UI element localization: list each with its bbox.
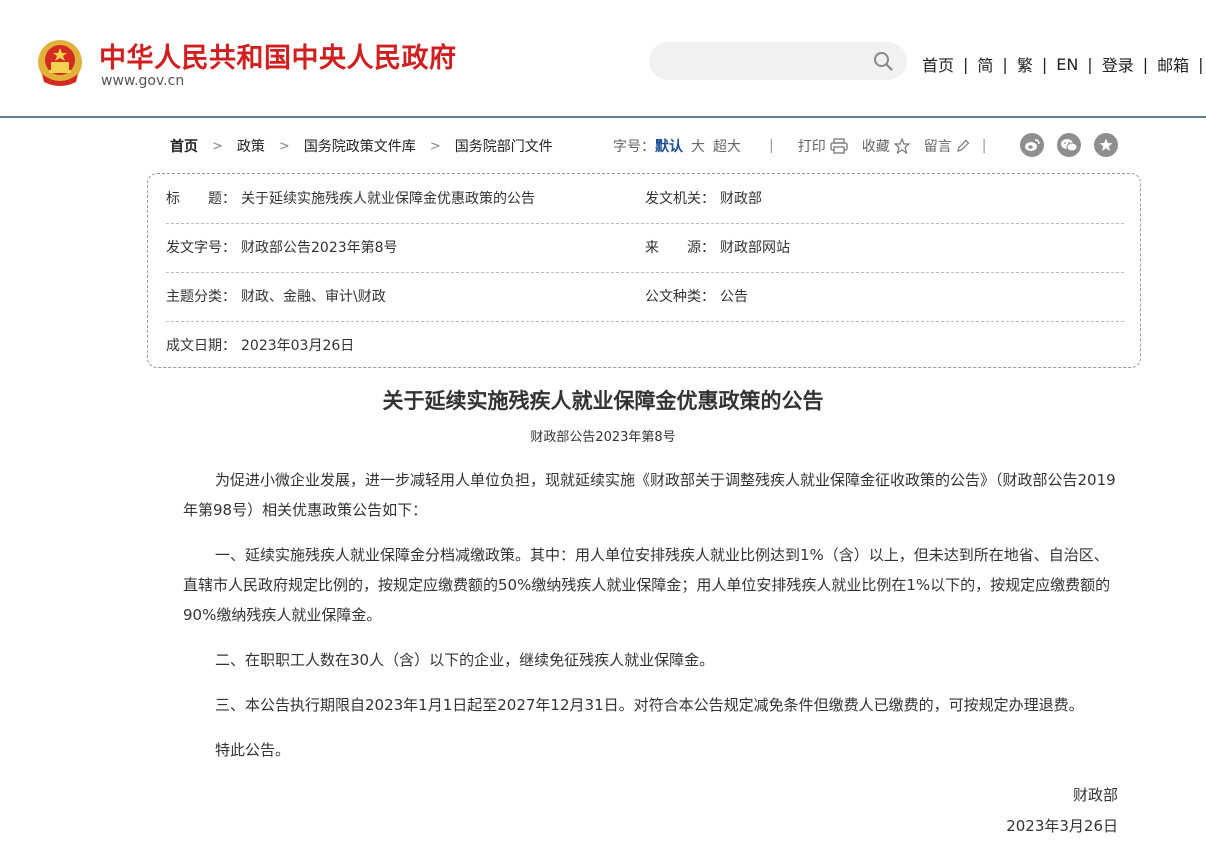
- search-icon[interactable]: [873, 51, 893, 71]
- top-nav: 首页 | 简 | 繁 | EN | 登录 | 邮箱 |: [922, 52, 1206, 76]
- nav-simplified[interactable]: 简: [977, 52, 993, 76]
- info-source-value: 财政部网站: [720, 240, 790, 256]
- search-input[interactable]: [649, 42, 907, 80]
- nav-separator: |: [1087, 54, 1093, 74]
- info-source-label: 来 源：: [645, 240, 715, 256]
- info-title: 标 题： 关于延续实施残疾人就业保障金优惠政策的公告: [166, 175, 535, 223]
- site-title[interactable]: 中华人民共和国中央人民政府: [99, 36, 457, 75]
- info-title-value: 关于延续实施残疾人就业保障金优惠政策的公告: [241, 191, 535, 207]
- nav-separator: |: [1142, 54, 1149, 74]
- pencil-icon: [956, 139, 970, 152]
- info-issuer: 发文机关： 财政部: [645, 175, 762, 223]
- print-button[interactable]: 打印: [798, 136, 848, 156]
- article-paragraph: 一、延续实施残疾人就业保障金分档减缴政策。其中：用人单位安排残疾人就业比例达到1…: [183, 546, 1111, 624]
- info-issuer-label: 发文机关：: [645, 191, 715, 207]
- toolbar-separator: |: [981, 138, 987, 154]
- site-header: 中华人民共和国中央人民政府 www.gov.cn 首页 | 简 | 繁 | EN…: [0, 0, 1206, 116]
- favorite-label: 收藏: [861, 139, 890, 155]
- favorite-button[interactable]: 收藏: [862, 136, 910, 156]
- share-icons: [1020, 133, 1131, 157]
- info-row: 成文日期： 2023年03月26日: [166, 322, 1124, 370]
- breadcrumb-policy-library[interactable]: 国务院政策文件库: [304, 136, 416, 156]
- breadcrumb-home[interactable]: 首页: [170, 136, 198, 156]
- wechat-icon[interactable]: [1057, 133, 1081, 157]
- info-topic-label: 主题分类：: [166, 289, 236, 305]
- info-source: 来 源： 财政部网站: [645, 224, 790, 272]
- info-doc-type: 公文种类： 公告: [645, 273, 748, 321]
- info-date-value: 2023年03月26日: [241, 338, 355, 354]
- info-doc-number-label: 发文字号：: [166, 240, 236, 256]
- comment-button[interactable]: 留言: [924, 136, 970, 156]
- nav-separator: |: [1198, 54, 1204, 74]
- font-size-xlarge[interactable]: 超大: [713, 136, 741, 156]
- nav-mailbox[interactable]: 邮箱: [1157, 52, 1189, 76]
- info-row: 标 题： 关于延续实施残疾人就业保障金优惠政策的公告 发文机关： 财政部: [166, 175, 1124, 224]
- nav-english[interactable]: EN: [1056, 55, 1078, 74]
- article-signature: 财政部: [1072, 786, 1118, 804]
- info-date-label: 成文日期：: [166, 338, 236, 354]
- info-date: 成文日期： 2023年03月26日: [166, 322, 354, 370]
- star-icon: [893, 138, 910, 154]
- nav-separator: |: [963, 54, 969, 74]
- breadcrumb-dept-docs[interactable]: 国务院部门文件: [455, 136, 553, 156]
- weibo-icon[interactable]: [1020, 133, 1044, 157]
- article-paragraph: 特此公告。: [215, 741, 291, 759]
- chevron-right-icon: >: [278, 138, 290, 154]
- font-size-label: 字号：: [613, 139, 655, 155]
- info-row: 主题分类： 财政、金融、审计\财政 公文种类： 公告: [166, 273, 1124, 322]
- nav-separator: |: [1041, 54, 1048, 74]
- font-size-large[interactable]: 大: [691, 136, 705, 156]
- breadcrumb: 首页 > 政策 > 国务院政策文件库 > 国务院部门文件: [170, 136, 553, 156]
- info-topic: 主题分类： 财政、金融、审计\财政: [166, 273, 386, 321]
- font-size-default[interactable]: 默认: [655, 136, 683, 156]
- info-doc-number-value: 财政部公告2023年第8号: [241, 240, 398, 256]
- site-url[interactable]: www.gov.cn: [101, 73, 184, 89]
- info-topic-value: 财政、金融、审计\财政: [241, 289, 386, 305]
- article-subtitle: 财政部公告2023年第8号: [530, 430, 676, 445]
- article-toolbar: 字号： 默认 大 超大 | 打印 收藏 留言 |: [613, 136, 986, 156]
- comment-label: 留言: [923, 139, 952, 155]
- article-paragraph: 为促进小微企业发展，进一步减轻用人单位负担，现就延续实施《财政部关于调整残疾人就…: [183, 471, 1116, 519]
- qzone-icon[interactable]: [1094, 133, 1118, 157]
- national-emblem-icon[interactable]: [36, 38, 84, 88]
- nav-login[interactable]: 登录: [1102, 52, 1134, 76]
- info-doc-type-label: 公文种类：: [645, 289, 715, 305]
- info-doc-type-value: 公告: [720, 289, 748, 305]
- nav-home[interactable]: 首页: [922, 52, 954, 76]
- article-paragraph: 二、在职职工人数在30人（含）以下的企业，继续免征残疾人就业保障金。: [215, 651, 715, 669]
- print-label: 打印: [797, 139, 826, 155]
- chevron-right-icon: >: [212, 138, 223, 154]
- breadcrumb-policy[interactable]: 政策: [237, 136, 265, 156]
- chevron-right-icon: >: [429, 138, 441, 154]
- header-divider: [0, 116, 1206, 118]
- document-info-table: 标 题： 关于延续实施残疾人就业保障金优惠政策的公告 发文机关： 财政部 发文字号：…: [147, 173, 1141, 368]
- info-doc-number: 发文字号： 财政部公告2023年第8号: [166, 224, 398, 272]
- article-sign-date: 2023年3月26日: [1006, 817, 1118, 835]
- printer-icon: [830, 138, 848, 154]
- nav-traditional[interactable]: 繁: [1017, 52, 1033, 76]
- toolbar-separator: |: [769, 138, 774, 154]
- info-issuer-value: 财政部: [720, 191, 762, 207]
- article-paragraph: 三、本公告执行期限自2023年1月1日起至2027年12月31日。对符合本公告规…: [215, 696, 1084, 714]
- info-title-label: 标 题：: [166, 191, 236, 207]
- article-title: 关于延续实施残疾人就业保障金优惠政策的公告: [382, 388, 824, 413]
- info-row: 发文字号： 财政部公告2023年第8号 来 源： 财政部网站: [166, 224, 1124, 273]
- nav-separator: |: [1002, 54, 1008, 74]
